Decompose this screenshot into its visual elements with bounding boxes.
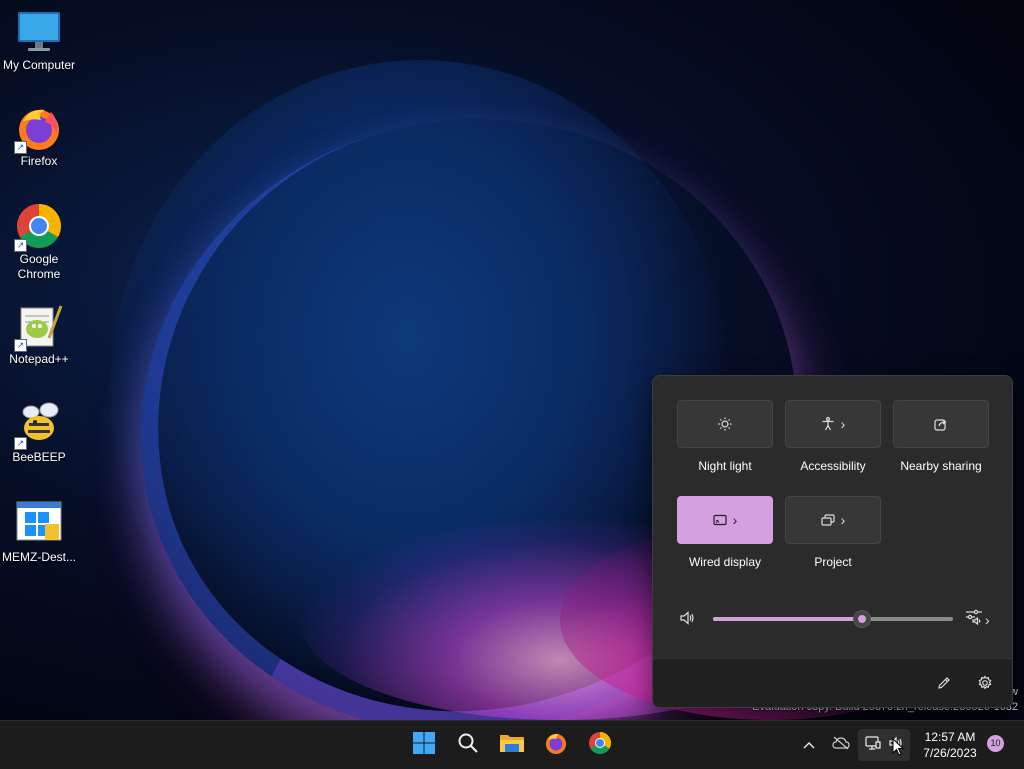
pencil-icon[interactable]: [934, 673, 954, 693]
bee-icon: ↗: [14, 400, 63, 450]
chevron-right-icon: ›: [732, 512, 738, 528]
desktop-icon-label: Firefox: [20, 154, 58, 168]
clock-button[interactable]: 12:57 AM 7/26/2023: [916, 729, 984, 761]
start-icon: [412, 731, 436, 760]
quick-settings-panel: Night light › Accessibility Nearby shari…: [652, 375, 1013, 708]
tile-nearby-sharing-wrap: Nearby sharing: [893, 400, 989, 473]
chevron-up-icon: [803, 736, 815, 754]
night-light-toggle[interactable]: [677, 400, 773, 448]
start-button[interactable]: [406, 727, 442, 763]
project-icon: [821, 513, 835, 527]
chevron-right-icon: ›: [985, 611, 990, 628]
tile-night-light-wrap: Night light: [677, 400, 773, 473]
project-toggle[interactable]: ›: [785, 496, 881, 544]
speaker-icon[interactable]: [679, 610, 695, 631]
wired-display-toggle[interactable]: ›: [677, 496, 773, 544]
chrome-icon: ↗: [14, 202, 63, 252]
nearby-sharing-toggle[interactable]: [893, 400, 989, 448]
desktop-icon-firefox[interactable]: ↗ Firefox: [0, 104, 78, 169]
cloud-offline-icon: [832, 736, 850, 755]
quick-settings-footer: [653, 658, 1012, 707]
gear-icon[interactable]: [975, 673, 995, 693]
sound-mixer-icon: [965, 608, 983, 631]
desktop-icon-label: Google Chrome: [17, 252, 61, 281]
chevron-right-icon: ›: [840, 512, 846, 528]
tile-wired-display-wrap: › Wired display: [677, 496, 773, 569]
onedrive-button[interactable]: [828, 729, 854, 761]
tile-accessibility-wrap: › Accessibility: [785, 400, 881, 473]
monitor-icon: [15, 8, 63, 56]
clock-time: 12:57 AM: [924, 730, 976, 744]
tile-label: Night light: [698, 459, 752, 473]
volume-slider[interactable]: [713, 610, 953, 628]
search-button[interactable]: [450, 727, 486, 763]
desktop-icon-beebeep[interactable]: ↗ BeeBEEP: [0, 400, 78, 465]
search-icon: [457, 732, 479, 759]
mouse-cursor-icon: [892, 737, 905, 761]
tile-project-wrap: › Project: [785, 496, 881, 569]
cast-icon: [713, 513, 727, 527]
desktop-icon-google-chrome[interactable]: ↗ Google Chrome: [0, 202, 78, 282]
notification-badge[interactable]: 10: [987, 735, 1004, 752]
desktop-icon-memz[interactable]: MEMZ-Dest...: [0, 500, 78, 565]
share-icon: [934, 417, 948, 431]
show-hidden-icons-button[interactable]: [798, 729, 820, 761]
accessibility-toggle[interactable]: ›: [785, 400, 881, 448]
firefox-taskbar-button[interactable]: [538, 727, 574, 763]
chrome-taskbar-button[interactable]: [582, 727, 618, 763]
desktop-icon-my-computer[interactable]: My Computer: [0, 8, 78, 73]
notepad-plus-plus-icon: ↗: [14, 302, 63, 352]
firefox-icon: ↗: [14, 104, 63, 154]
brightness-icon: [718, 417, 732, 431]
desktop-icon-label: BeeBEEP: [12, 450, 66, 464]
desktop-icon-label: Notepad++: [9, 352, 69, 366]
volume-slider-fill: [713, 617, 862, 621]
file-explorer-icon: [499, 732, 525, 759]
clock-date: 7/26/2023: [923, 746, 977, 760]
file-explorer-button[interactable]: [494, 727, 530, 763]
chevron-right-icon: ›: [840, 416, 846, 432]
chrome-icon: [588, 731, 612, 760]
desktop-icon-notepad-plus-plus[interactable]: ↗ Notepad++: [0, 302, 78, 367]
tile-label: Project: [814, 555, 852, 569]
audio-mixer-button[interactable]: ›: [965, 608, 990, 631]
tile-label: Wired display: [688, 555, 762, 569]
tile-label: Nearby sharing: [900, 459, 982, 473]
volume-row: ›: [653, 604, 1012, 634]
volume-slider-thumb[interactable]: [852, 610, 871, 628]
desktop-icon-label: MEMZ-Dest...: [2, 550, 76, 564]
memz-icon: [15, 500, 63, 548]
firefox-icon: [544, 731, 568, 760]
accessibility-icon: [821, 417, 835, 431]
taskbar: 12:57 AM 7/26/2023: [0, 720, 1024, 769]
network-icon: [865, 735, 881, 755]
desktop-icon-label: My Computer: [2, 58, 76, 72]
tile-label: Accessibility: [800, 459, 866, 473]
